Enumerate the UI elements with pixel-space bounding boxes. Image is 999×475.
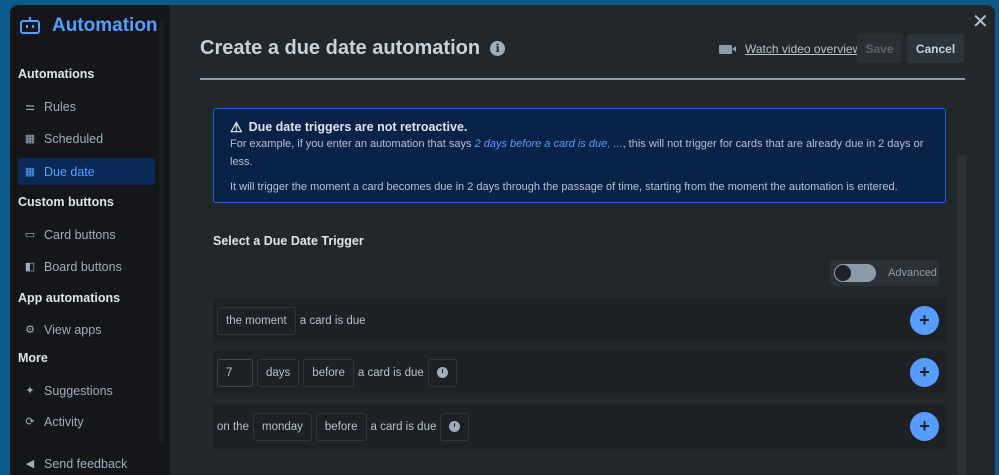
sidebar-item-label: Activity [44, 414, 84, 429]
trigger-row-moment: the moment a card is due + [213, 298, 946, 343]
section-app-automations: App automations [18, 291, 121, 305]
board-icon: ◧ [24, 261, 36, 273]
cancel-button[interactable]: Cancel [907, 34, 964, 63]
sliders-icon: ⚌ [25, 101, 35, 113]
watch-video-label: Watch video overview [745, 42, 862, 56]
sidebar: Automation Automations ⚌ Rules ▦ Scheduled… [10, 5, 170, 475]
main-scrollbar[interactable] [957, 155, 966, 475]
sidebar-item-board-buttons[interactable]: ◧ Board buttons [18, 253, 155, 280]
warning-example: For example, if you enter an automation … [230, 135, 929, 171]
watch-video-link[interactable]: Watch video overview [719, 42, 861, 56]
calendar-icon: ▦ [24, 133, 36, 145]
sidebar-item-suggestions[interactable]: ✦ Suggestions [18, 377, 155, 404]
add-trigger-button[interactable]: + [910, 412, 939, 441]
card-icon: ▭ [24, 229, 36, 241]
days-input[interactable]: 7 [217, 358, 253, 387]
warning-icon: ⚠ [230, 119, 243, 135]
sidebar-item-label: Suggestions [44, 383, 113, 398]
toggle-switch[interactable] [834, 264, 876, 282]
sidebar-item-label: Send feedback [44, 456, 128, 471]
section-automations: Automations [18, 67, 95, 81]
sidebar-item-card-buttons[interactable]: ▭ Card buttons [18, 221, 155, 248]
unit-select[interactable]: days [257, 358, 300, 387]
advanced-toggle[interactable]: Advanced [830, 260, 939, 286]
advanced-label: Advanced [888, 267, 937, 279]
section-custom-buttons: Custom buttons [18, 195, 114, 209]
example-emphasis: 2 days before a card is due, ... [474, 138, 623, 150]
row-text: a card is due [299, 314, 366, 327]
megaphone-icon: ◀ [25, 458, 35, 470]
calendar-icon: ▦ [24, 166, 36, 178]
trigger-heading: Select a Due Date Trigger [213, 234, 364, 248]
sidebar-item-due-date[interactable]: ▦ Due date [18, 158, 155, 185]
trigger-row-weekday: on the monday before a card is due + [213, 404, 946, 449]
day-select[interactable]: monday [252, 412, 312, 441]
sidebar-item-label: Card buttons [44, 227, 116, 242]
sidebar-item-label: Due date [44, 164, 95, 179]
retroactive-warning: ⚠ Due date triggers are not retroactive. … [213, 108, 946, 203]
section-more: More [18, 351, 48, 365]
row-text: a card is due [357, 366, 424, 379]
page-title: Create a due date automation i [200, 37, 506, 60]
add-trigger-button[interactable]: + [910, 306, 939, 335]
sidebar-scrollbar[interactable] [159, 19, 164, 444]
sidebar-item-activity[interactable]: ⟳ Activity [18, 408, 155, 435]
sidebar-item-label: Rules [44, 99, 76, 114]
warning-title: Due date triggers are not retroactive. [248, 120, 468, 134]
automation-window: Automation Automations ⚌ Rules ▦ Scheduled… [10, 5, 995, 475]
row-prefix: on the [217, 420, 249, 433]
brand: Automation [20, 15, 158, 37]
relation-select[interactable]: before [303, 358, 354, 387]
sidebar-item-send-feedback[interactable]: ◀ Send feedback [18, 450, 155, 475]
sidebar-item-scheduled[interactable]: ▦ Scheduled [18, 125, 155, 152]
video-camera-icon [719, 44, 736, 54]
clock-icon [436, 367, 448, 378]
time-button[interactable] [440, 412, 470, 441]
refresh-icon: ⟳ [25, 416, 35, 428]
page-title-text: Create a due date automation [200, 37, 481, 59]
brand-title: Automation [52, 15, 158, 36]
header-divider [200, 78, 965, 80]
save-button[interactable]: Save [857, 34, 902, 63]
robot-icon [20, 17, 40, 34]
sidebar-item-label: Board buttons [44, 259, 122, 274]
warning-explanation: It will trigger the moment a card become… [230, 181, 898, 193]
sidebar-item-view-apps[interactable]: ⚙ View apps [18, 316, 155, 343]
close-icon[interactable]: ✕ [972, 9, 989, 34]
timing-select[interactable]: the moment [217, 306, 296, 335]
trigger-row-days-before: 7 days before a card is due + [213, 350, 946, 395]
relation-select[interactable]: before [315, 412, 367, 441]
sidebar-item-label: Scheduled [44, 131, 104, 146]
gear-icon: ⚙ [25, 324, 35, 336]
example-text: For example, if you enter an automation … [230, 138, 475, 150]
time-button[interactable] [427, 358, 457, 387]
add-trigger-button[interactable]: + [910, 358, 939, 387]
sidebar-item-rules[interactable]: ⚌ Rules [18, 93, 155, 120]
clock-icon [449, 421, 461, 432]
sparkle-icon: ✦ [25, 385, 35, 397]
row-text: a card is due [370, 420, 437, 433]
sidebar-item-label: View apps [44, 322, 102, 337]
info-icon[interactable]: i [490, 41, 506, 56]
